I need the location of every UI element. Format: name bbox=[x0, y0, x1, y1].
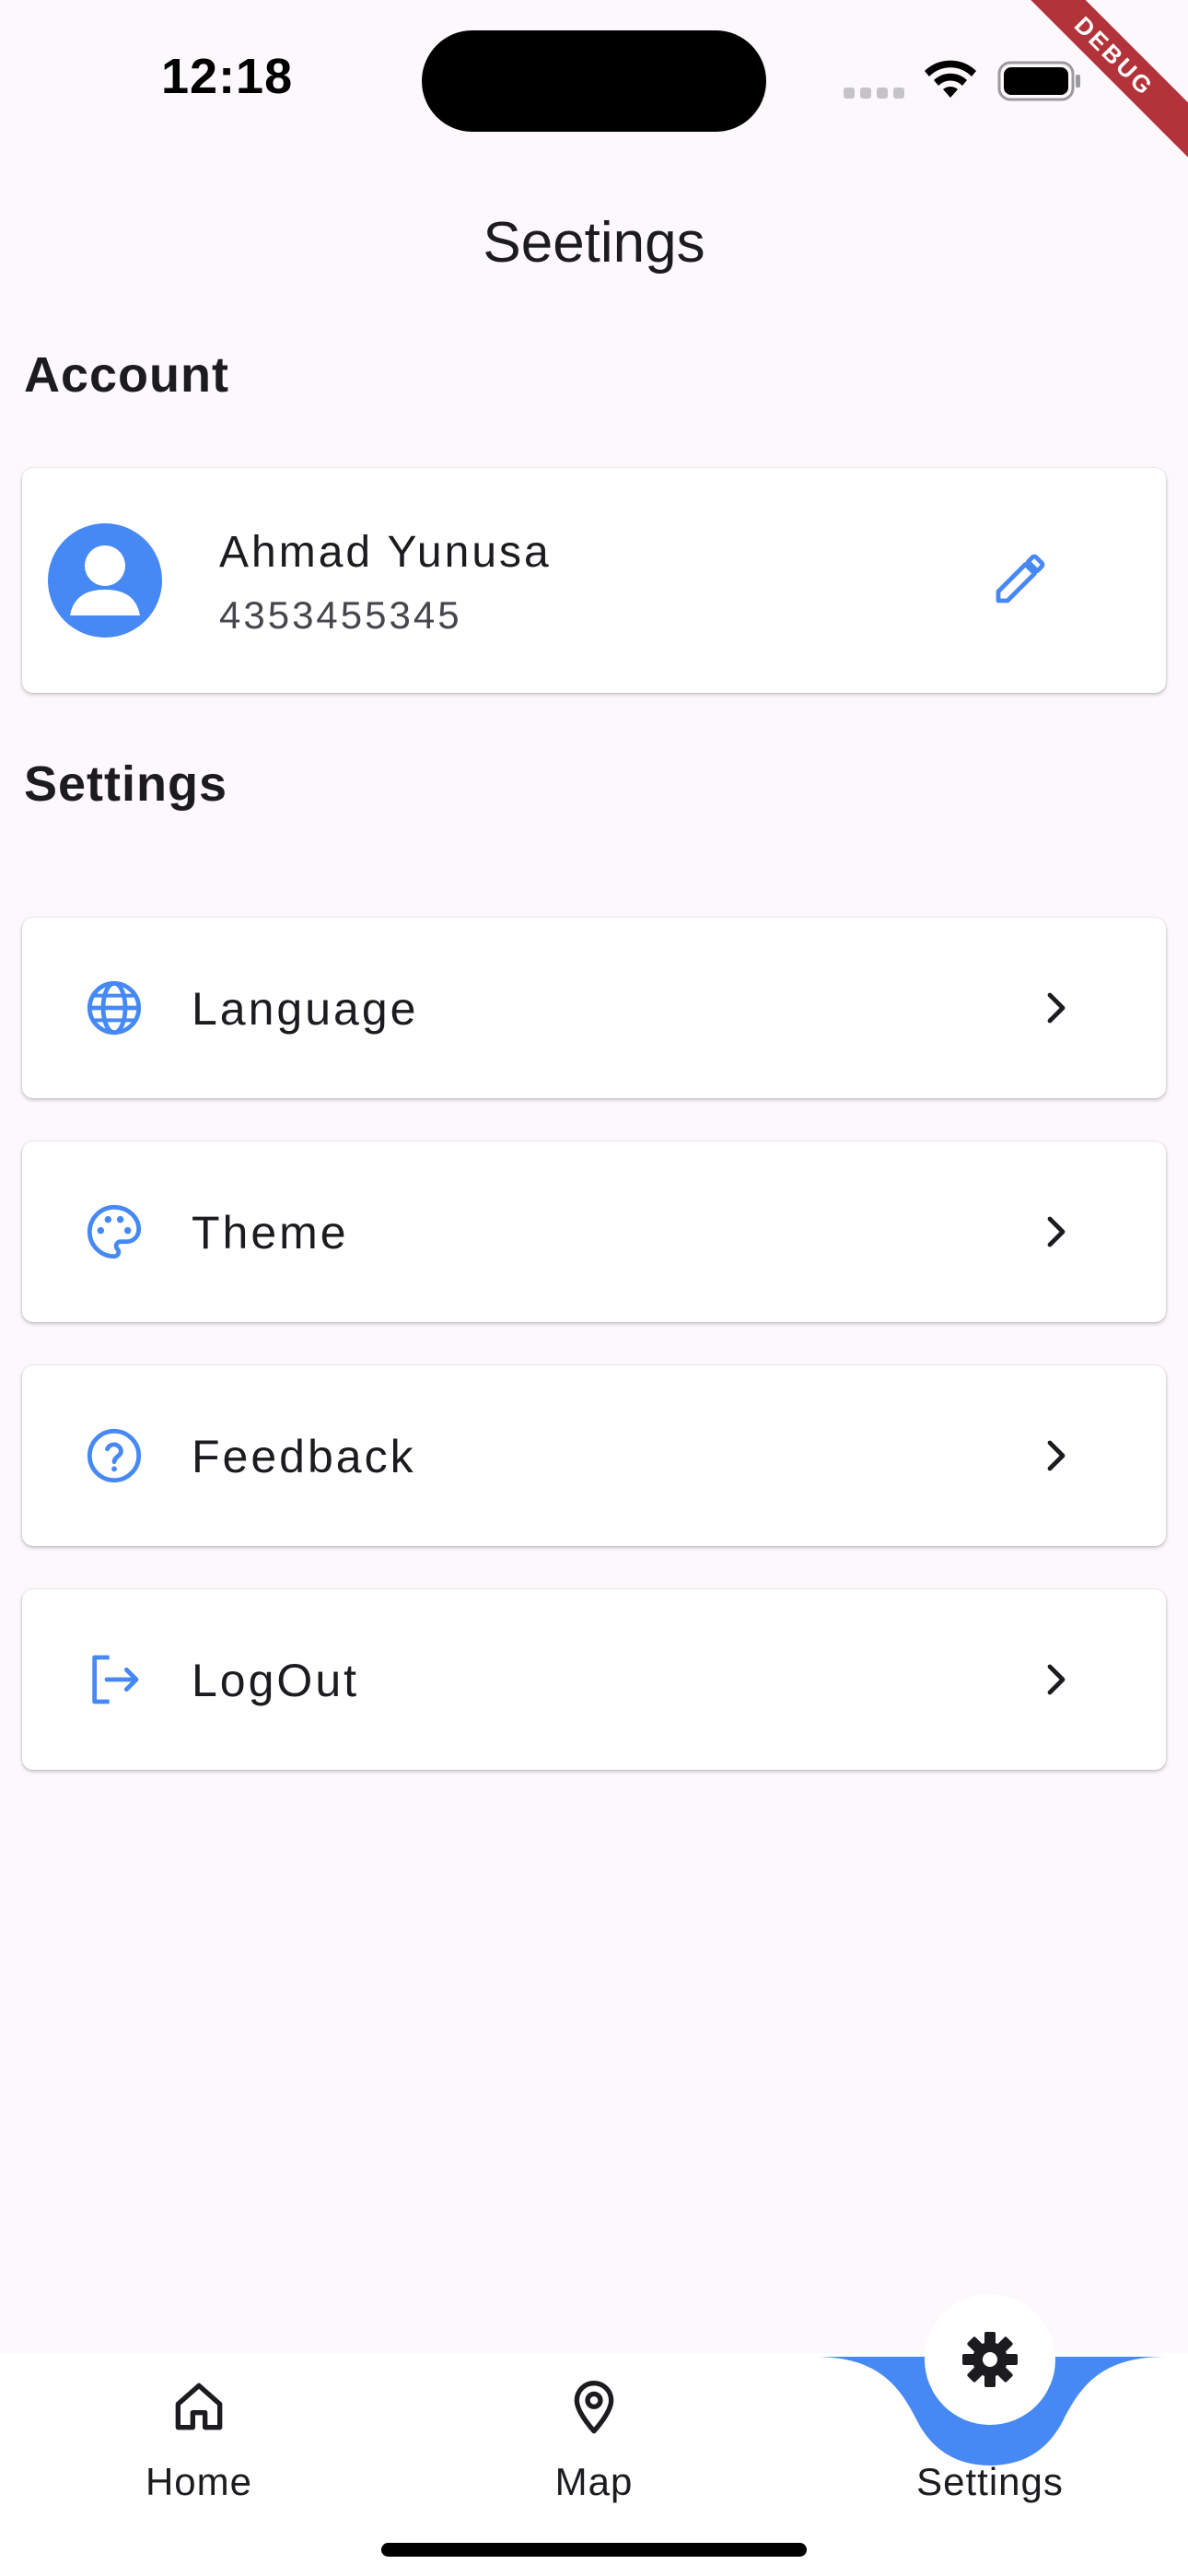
chevron-right-icon bbox=[1047, 1440, 1066, 1471]
settings-heading: Settings bbox=[24, 756, 228, 812]
person-icon bbox=[70, 545, 140, 615]
nav-item-settings[interactable]: Settings bbox=[852, 2436, 1128, 2504]
wifi-icon bbox=[925, 60, 976, 98]
chevron-right-icon bbox=[1047, 1664, 1066, 1695]
settings-item-feedback[interactable]: Feedback bbox=[22, 1365, 1166, 1546]
avatar bbox=[48, 523, 162, 638]
map-pin-icon bbox=[574, 2381, 614, 2434]
account-phone: 4353455345 bbox=[219, 593, 462, 637]
nav-item-map[interactable]: Map bbox=[456, 2377, 732, 2504]
page-title: Seetings bbox=[483, 211, 705, 275]
settings-item-theme[interactable]: Theme bbox=[22, 1142, 1166, 1322]
settings-item-language[interactable]: Language bbox=[22, 918, 1166, 1098]
logout-icon bbox=[92, 1655, 139, 1704]
chevron-right-icon bbox=[1047, 1216, 1066, 1247]
nav-settings-fab[interactable] bbox=[925, 2294, 1055, 2425]
home-icon bbox=[175, 2383, 223, 2430]
palette-icon bbox=[87, 1204, 142, 1259]
globe-icon bbox=[87, 980, 142, 1036]
nav-label: Map bbox=[554, 2460, 634, 2503]
cellular-signal-icon bbox=[844, 87, 910, 103]
nav-item-home[interactable]: Home bbox=[61, 2377, 337, 2504]
battery-icon bbox=[997, 61, 1080, 101]
account-heading: Account bbox=[24, 347, 229, 403]
nav-label: Settings bbox=[916, 2460, 1064, 2503]
settings-item-logout[interactable]: LogOut bbox=[22, 1589, 1166, 1770]
status-bar: 12:18 DEBUG bbox=[0, 0, 1188, 168]
help-circle-icon bbox=[87, 1428, 142, 1483]
dynamic-island bbox=[422, 30, 766, 132]
account-card: Ahmad Yunusa 4353455345 bbox=[22, 468, 1166, 693]
home-indicator bbox=[381, 2543, 807, 2557]
settings-item-label: Language bbox=[192, 983, 419, 1035]
nav-label: Home bbox=[145, 2460, 253, 2503]
status-time: 12:18 bbox=[161, 49, 294, 104]
settings-item-label: Feedback bbox=[192, 1431, 416, 1482]
settings-item-label: Theme bbox=[192, 1207, 349, 1259]
gear-icon bbox=[962, 2332, 1018, 2387]
settings-item-label: LogOut bbox=[192, 1655, 360, 1706]
account-name: Ahmad Yunusa bbox=[219, 528, 552, 577]
chevron-right-icon bbox=[1047, 992, 1066, 1024]
edit-icon[interactable] bbox=[991, 549, 1050, 608]
